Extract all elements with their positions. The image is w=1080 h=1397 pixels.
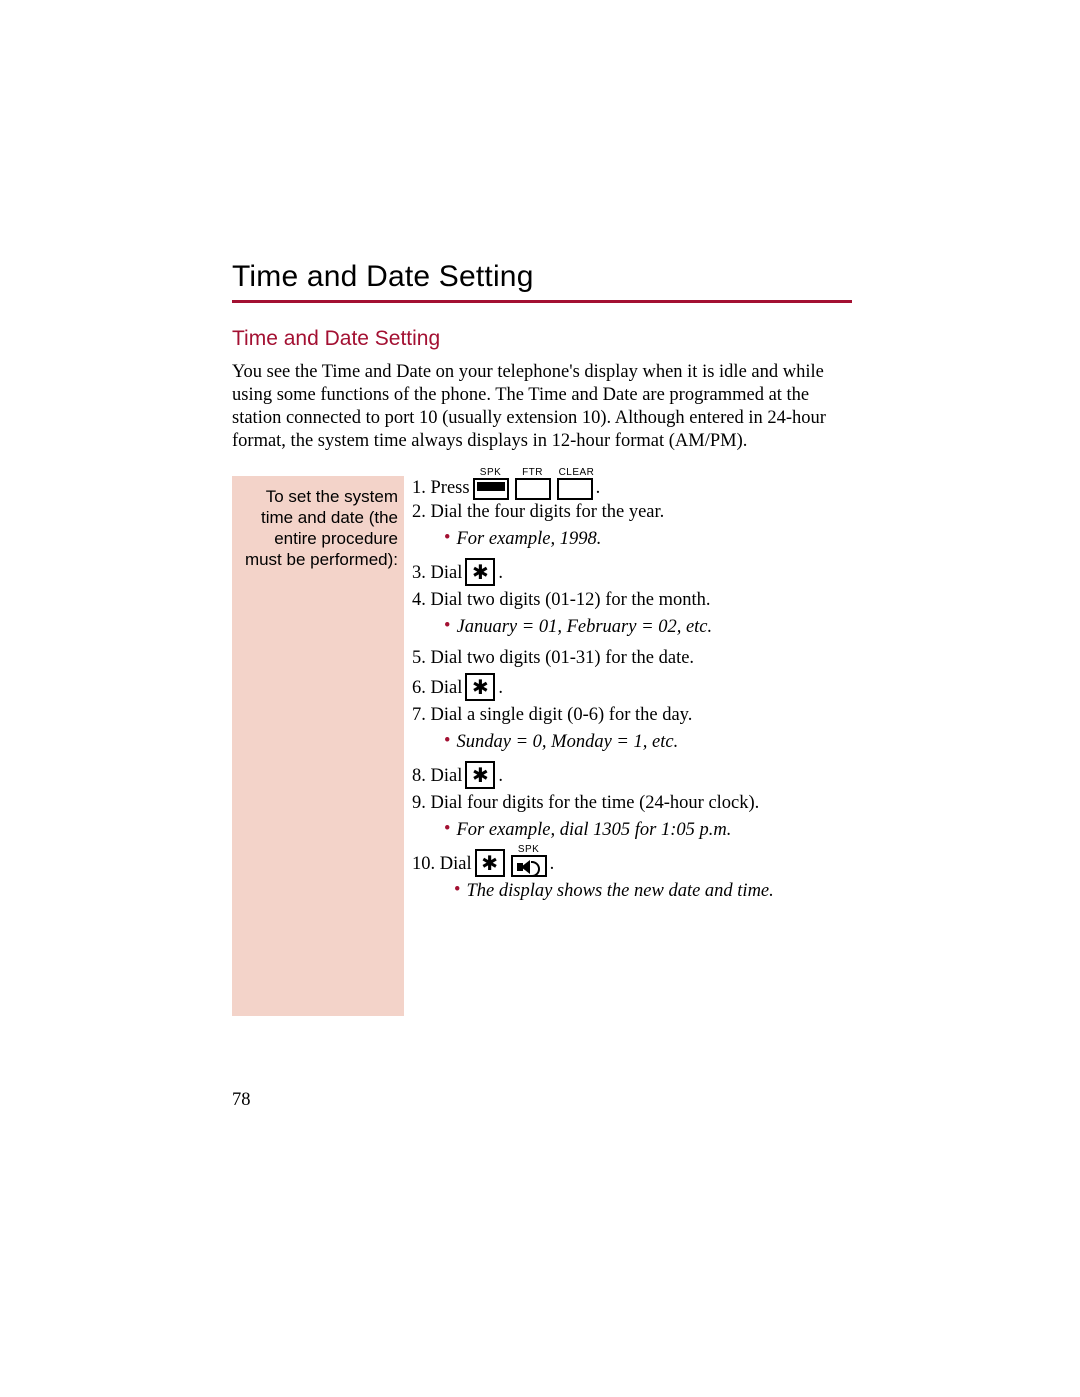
step-7-text: 7. Dial a single digit (0-6) for the day… <box>412 703 692 728</box>
page-number: 78 <box>232 1090 251 1111</box>
section-title: Time and Date Setting <box>232 327 852 351</box>
spk-key-icon: SPK <box>473 478 509 500</box>
star-key-icon <box>465 761 495 789</box>
procedure-block: To set the system time and date (the ent… <box>232 476 852 1016</box>
step-6: 6. Dial . <box>412 673 842 701</box>
bullet-icon: • <box>444 616 450 636</box>
step-3: 3. Dial . <box>412 558 842 586</box>
step-2: 2. Dial the four digits for the year. <box>412 500 842 525</box>
procedure-steps: 1. Press SPK FTR CLEAR . 2. Dial the fou… <box>412 476 842 911</box>
speaker-key-icon: SPK <box>511 855 547 877</box>
procedure-label: To set the system time and date (the ent… <box>232 476 404 1016</box>
step-9-note-text: For example, dial 1305 for 1:05 p.m. <box>456 818 731 843</box>
step-9-note: • For example, dial 1305 for 1:05 p.m. <box>444 818 842 843</box>
step-2-text: 2. Dial the four digits for the year. <box>412 500 664 525</box>
step-9-text: 9. Dial four digits for the time (24-hou… <box>412 791 759 816</box>
spk-key-label: SPK <box>475 466 507 480</box>
ftr-key-label: FTR <box>517 466 549 480</box>
ftr-key-icon: FTR <box>515 478 551 500</box>
step-7-note-text: Sunday = 0, Monday = 1, etc. <box>456 730 678 755</box>
step-8-post: . <box>498 764 503 789</box>
step-2-note-text: For example, 1998. <box>456 527 601 552</box>
bullet-icon: • <box>454 880 460 900</box>
intro-paragraph: You see the Time and Date on your teleph… <box>232 361 852 454</box>
step-10-pre: 10. Dial <box>412 852 472 877</box>
step-10-note: • The display shows the new date and tim… <box>454 879 842 904</box>
step-1: 1. Press SPK FTR CLEAR . <box>412 476 842 501</box>
clear-key-icon: CLEAR <box>557 478 593 500</box>
step-4-note-text: January = 01, February = 02, etc. <box>456 615 712 640</box>
star-key-icon <box>475 849 505 877</box>
step-1-post: . <box>596 476 601 501</box>
bullet-icon: • <box>444 819 450 839</box>
bullet-icon: • <box>444 731 450 751</box>
step-1-pre: 1. Press <box>412 476 470 501</box>
step-7-note: • Sunday = 0, Monday = 1, etc. <box>444 730 842 755</box>
step-6-post: . <box>498 676 503 701</box>
step-5-text: 5. Dial two digits (01-31) for the date. <box>412 646 694 671</box>
step-4-note: • January = 01, February = 02, etc. <box>444 615 842 640</box>
page-content: Time and Date Setting Time and Date Sett… <box>232 260 852 1016</box>
step-2-note: • For example, 1998. <box>444 527 842 552</box>
bullet-icon: • <box>444 528 450 548</box>
step-6-pre: 6. Dial <box>412 676 462 701</box>
step-8: 8. Dial . <box>412 761 842 789</box>
spk-key-label-2: SPK <box>513 843 545 857</box>
clear-key-label: CLEAR <box>559 466 591 480</box>
star-key-icon <box>465 673 495 701</box>
step-9: 9. Dial four digits for the time (24-hou… <box>412 791 842 816</box>
step-10-post: . <box>550 852 555 877</box>
page-title: Time and Date Setting <box>232 260 852 294</box>
step-5: 5. Dial two digits (01-31) for the date. <box>412 646 842 671</box>
step-4: 4. Dial two digits (01-12) for the month… <box>412 588 842 613</box>
step-3-post: . <box>498 561 503 586</box>
step-8-pre: 8. Dial <box>412 764 462 789</box>
star-key-icon <box>465 558 495 586</box>
title-rule <box>232 300 852 303</box>
step-7: 7. Dial a single digit (0-6) for the day… <box>412 703 842 728</box>
step-3-pre: 3. Dial <box>412 561 462 586</box>
step-10: 10. Dial SPK . <box>412 849 842 877</box>
step-10-note-text: The display shows the new date and time. <box>466 879 773 904</box>
step-4-text: 4. Dial two digits (01-12) for the month… <box>412 588 711 613</box>
